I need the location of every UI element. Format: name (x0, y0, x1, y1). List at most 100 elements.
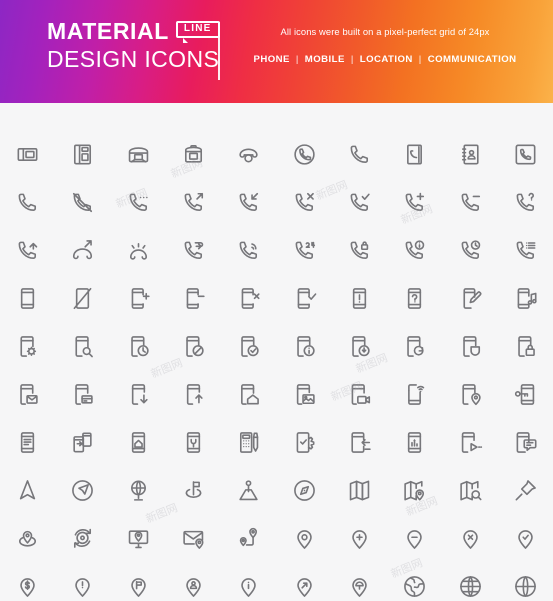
icon-cell[interactable] (0, 322, 55, 370)
icon-cell[interactable] (332, 178, 387, 226)
icon-cell[interactable] (55, 514, 110, 562)
icon-cell[interactable] (387, 370, 442, 418)
icon-cell[interactable] (276, 418, 331, 466)
icon-cell[interactable] (442, 418, 497, 466)
icon-cell[interactable] (221, 466, 276, 514)
icon-cell[interactable] (276, 322, 331, 370)
icon-cell[interactable] (332, 370, 387, 418)
icon-cell[interactable] (166, 370, 221, 418)
icon-cell[interactable] (166, 322, 221, 370)
icon-cell[interactable] (55, 562, 110, 601)
icon-cell[interactable] (387, 274, 442, 322)
icon-cell[interactable] (55, 370, 110, 418)
icon-cell[interactable] (221, 562, 276, 601)
icon-cell[interactable] (0, 514, 55, 562)
icon-cell[interactable] (111, 466, 166, 514)
icon-cell[interactable] (387, 178, 442, 226)
icon-cell[interactable] (166, 466, 221, 514)
icon-cell[interactable] (498, 226, 553, 274)
icon-cell[interactable] (0, 178, 55, 226)
icon-cell[interactable] (498, 370, 553, 418)
icon-cell[interactable] (332, 322, 387, 370)
icon-cell[interactable] (332, 226, 387, 274)
icon-cell[interactable] (332, 274, 387, 322)
icon-cell[interactable] (387, 418, 442, 466)
icon-cell[interactable] (111, 178, 166, 226)
icon-cell[interactable] (0, 274, 55, 322)
icon-cell[interactable] (498, 178, 553, 226)
icon-cell[interactable] (221, 370, 276, 418)
icon-cell[interactable] (387, 226, 442, 274)
icon-cell[interactable] (166, 418, 221, 466)
icon-cell[interactable] (332, 418, 387, 466)
icon-cell[interactable] (442, 466, 497, 514)
icon-cell[interactable] (276, 274, 331, 322)
icon-cell[interactable] (111, 274, 166, 322)
icon-cell[interactable] (55, 274, 110, 322)
icon-cell[interactable] (276, 130, 331, 178)
icon-cell[interactable] (166, 562, 221, 601)
icon-cell[interactable] (387, 130, 442, 178)
icon-cell[interactable] (498, 514, 553, 562)
icon-cell[interactable] (276, 562, 331, 601)
icon-cell[interactable] (0, 418, 55, 466)
icon-cell[interactable] (276, 466, 331, 514)
icon-cell[interactable] (166, 514, 221, 562)
icon-cell[interactable] (332, 514, 387, 562)
icon-cell[interactable] (276, 370, 331, 418)
icon-cell[interactable] (332, 562, 387, 601)
icon-cell[interactable] (442, 130, 497, 178)
icon-cell[interactable] (221, 226, 276, 274)
icon-cell[interactable] (0, 130, 55, 178)
icon-cell[interactable] (276, 178, 331, 226)
icon-cell[interactable] (0, 226, 55, 274)
icon-cell[interactable] (276, 514, 331, 562)
icon-cell[interactable] (221, 418, 276, 466)
icon-cell[interactable] (498, 130, 553, 178)
icon-cell[interactable] (55, 226, 110, 274)
icon-cell[interactable] (166, 178, 221, 226)
icon-cell[interactable] (111, 418, 166, 466)
icon-cell[interactable] (442, 322, 497, 370)
icon-cell[interactable] (498, 322, 553, 370)
icon-cell[interactable] (442, 226, 497, 274)
icon-cell[interactable] (387, 514, 442, 562)
icon-cell[interactable] (442, 514, 497, 562)
icon-cell[interactable] (498, 466, 553, 514)
icon-cell[interactable] (55, 178, 110, 226)
icon-cell[interactable] (276, 226, 331, 274)
icon-cell[interactable] (111, 226, 166, 274)
icon-cell[interactable] (387, 466, 442, 514)
icon-cell[interactable] (55, 130, 110, 178)
icon-cell[interactable] (111, 130, 166, 178)
icon-cell[interactable] (221, 322, 276, 370)
icon-cell[interactable] (0, 466, 55, 514)
icon-cell[interactable] (498, 562, 553, 601)
icon-cell[interactable] (111, 514, 166, 562)
icon-cell[interactable] (0, 562, 55, 601)
icon-cell[interactable] (387, 322, 442, 370)
icon-cell[interactable] (111, 562, 166, 601)
icon-cell[interactable] (166, 130, 221, 178)
icon-cell[interactable] (55, 418, 110, 466)
icon-cell[interactable] (332, 130, 387, 178)
icon-cell[interactable] (442, 274, 497, 322)
icon-cell[interactable] (111, 370, 166, 418)
icon-cell[interactable] (332, 466, 387, 514)
icon-cell[interactable] (55, 466, 110, 514)
icon-cell[interactable] (221, 130, 276, 178)
icon-cell[interactable] (387, 562, 442, 601)
icon-cell[interactable] (498, 274, 553, 322)
icon-cell[interactable] (221, 514, 276, 562)
icon-cell[interactable] (166, 274, 221, 322)
icon-cell[interactable] (55, 322, 110, 370)
icon-cell[interactable] (221, 178, 276, 226)
icon-cell[interactable] (166, 226, 221, 274)
icon-cell[interactable] (442, 370, 497, 418)
icon-cell[interactable] (221, 274, 276, 322)
icon-cell[interactable] (442, 562, 497, 601)
icon-cell[interactable] (0, 370, 55, 418)
icon-cell[interactable] (111, 322, 166, 370)
icon-cell[interactable] (498, 418, 553, 466)
icon-cell[interactable] (442, 178, 497, 226)
